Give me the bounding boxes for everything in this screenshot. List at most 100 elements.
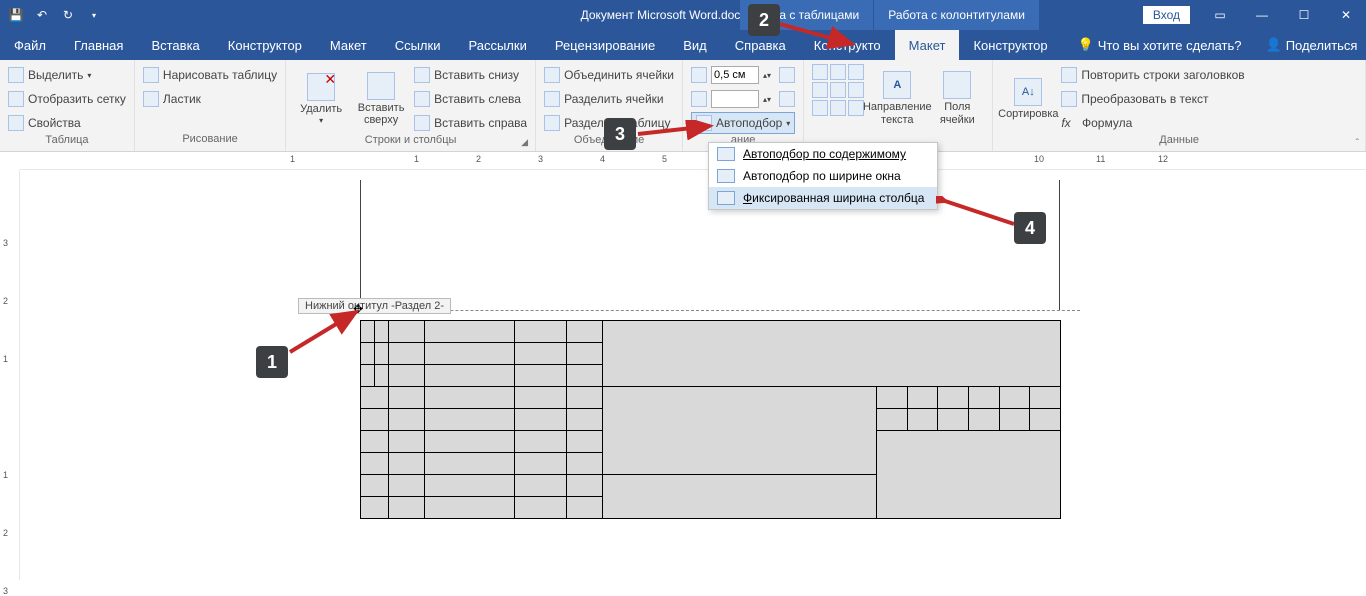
qat-customize-icon[interactable]: ▾ [86, 7, 102, 23]
rows-cols-dialog-launcher-icon[interactable]: ◢ [521, 137, 533, 149]
col-width-input[interactable] [711, 90, 759, 108]
tab-layout[interactable]: Макет [316, 30, 381, 60]
align-bot-center-button[interactable] [830, 100, 846, 116]
context-tab-headerfooter-tools: Работа с колонтитулами [874, 0, 1040, 30]
tab-file[interactable]: Файл [0, 30, 60, 60]
maximize-icon[interactable]: ☐ [1284, 0, 1324, 30]
align-mid-center-button[interactable] [830, 82, 846, 98]
distribute-rows-icon[interactable] [779, 67, 795, 83]
insert-left-label: Вставить слева [434, 92, 521, 106]
cell-margins-label: Поля ячейки [930, 101, 984, 125]
autofit-label: Автоподбор [716, 116, 782, 130]
annotation-marker-2: 2 [748, 4, 780, 36]
convert-to-text-button[interactable]: Преобразовать в текст [1061, 88, 1244, 110]
share-label: Поделиться [1286, 38, 1358, 53]
horizontal-ruler[interactable]: 112345678101112 [20, 152, 1366, 170]
delete-icon: ✕ [307, 73, 335, 101]
align-bot-right-button[interactable] [848, 100, 864, 116]
text-direction-button[interactable]: A Направление текста [870, 64, 924, 133]
insert-right-label: Вставить справа [434, 116, 527, 130]
tab-home[interactable]: Главная [60, 30, 137, 60]
row-height-field[interactable]: ▴▾ [691, 64, 795, 86]
autofit-content-item[interactable]: Автоподбор по содержимому [709, 143, 937, 165]
repeat-header-button[interactable]: Повторить строки заголовков [1061, 64, 1244, 86]
insert-left-button[interactable]: Вставить слева [414, 88, 527, 110]
properties-button[interactable]: Свойства [8, 112, 126, 134]
draw-label: Нарисовать таблицу [163, 68, 277, 82]
col-width-field[interactable]: ▴▾ [691, 88, 795, 110]
cell-margins-icon [943, 71, 971, 99]
tab-review[interactable]: Рецензирование [541, 30, 669, 60]
tab-design[interactable]: Конструктор [214, 30, 316, 60]
group-draw: Нарисовать таблицу Ластик Рисование [135, 60, 286, 151]
collapse-ribbon-icon[interactable]: ˆ [1356, 138, 1359, 149]
login-button[interactable]: Вход [1143, 6, 1190, 24]
insert-above-button[interactable]: Вставить сверху [354, 64, 408, 134]
distribute-cols-icon[interactable] [779, 91, 795, 107]
move-cursor-icon[interactable]: ✥ [353, 302, 363, 316]
fixed-width-icon [717, 191, 735, 205]
merge-cells-button[interactable]: Объединить ячейки [544, 64, 674, 86]
align-mid-left-button[interactable] [812, 82, 828, 98]
fixed-column-width-item[interactable]: Фиксированная ширина столбца [709, 187, 937, 209]
autofit-window-item[interactable]: Автоподбор по ширине окна [709, 165, 937, 187]
delete-button[interactable]: ✕ Удалить▾ [294, 64, 348, 134]
chevron-down-icon: ▾ [786, 119, 790, 128]
autofit-button[interactable]: Автоподбор ▾ [691, 112, 795, 134]
sort-button[interactable]: A↓ Сортировка [1001, 64, 1055, 134]
sort-label: Сортировка [998, 108, 1058, 120]
fixed-rest: иксированная ширина столбца [752, 191, 924, 205]
convert-icon [1061, 91, 1077, 107]
title-bar: 💾 ↶ ↻ ▾ Документ Microsoft Word.docx - W… [0, 0, 1366, 30]
ribbon-display-options-icon[interactable]: ▭ [1200, 0, 1240, 30]
select-button[interactable]: Выделить▾ [8, 64, 126, 86]
autofit-content-icon [717, 147, 735, 161]
redo-icon[interactable]: ↻ [60, 7, 76, 23]
minimize-icon[interactable]: — [1242, 0, 1282, 30]
tab-references[interactable]: Ссылки [381, 30, 455, 60]
tab-insert[interactable]: Вставка [137, 30, 213, 60]
tell-me-search[interactable]: 💡Что вы хотите сделать? [1078, 34, 1242, 56]
tab-view[interactable]: Вид [669, 30, 721, 60]
repeat-header-label: Повторить строки заголовков [1081, 68, 1244, 82]
contextual-tab-headers: абота с таблицами Работа с колонтитулами [740, 0, 1040, 30]
tab-table-layout[interactable]: Макет [895, 30, 960, 60]
share-button[interactable]: 👤Поделиться [1266, 34, 1358, 56]
annotation-marker-3: 3 [604, 118, 636, 150]
autofit-window-icon [717, 169, 735, 183]
view-gridlines-button[interactable]: Отобразить сетку [8, 88, 126, 110]
merge-icon [544, 67, 560, 83]
formula-button[interactable]: fx Формула [1061, 112, 1244, 134]
insert-below-icon [414, 67, 430, 83]
align-mid-right-button[interactable] [848, 82, 864, 98]
tab-table-design[interactable]: Конструкто [800, 30, 895, 60]
tab-mailings[interactable]: Рассылки [454, 30, 540, 60]
spinner-icon[interactable]: ▴▾ [763, 95, 771, 104]
tab-hf-design[interactable]: Конструктор [959, 30, 1061, 60]
vertical-ruler[interactable]: 321123 [0, 170, 20, 580]
footer-table[interactable] [360, 320, 1061, 519]
spinner-icon[interactable]: ▴▾ [763, 71, 771, 80]
autofit-window-label: Автоподбор по ширине окна [743, 169, 901, 183]
merge-label: Объединить ячейки [564, 68, 674, 82]
repeat-header-icon [1061, 67, 1077, 83]
save-icon[interactable]: 💾 [8, 7, 24, 23]
close-icon[interactable]: ✕ [1326, 0, 1366, 30]
align-bot-left-button[interactable] [812, 100, 828, 116]
align-top-left-button[interactable] [812, 64, 828, 80]
eraser-button[interactable]: Ластик [143, 88, 277, 110]
annotation-marker-1: 1 [256, 346, 288, 378]
document-area[interactable]: Нижний онтитул -Раздел 2- ✥ [20, 170, 1366, 580]
undo-icon[interactable]: ↶ [34, 7, 50, 23]
align-top-center-button[interactable] [830, 64, 846, 80]
insert-below-button[interactable]: Вставить снизу [414, 64, 527, 86]
annotation-marker-4: 4 [1014, 212, 1046, 244]
align-top-right-button[interactable] [848, 64, 864, 80]
delete-label: Удалить [300, 103, 342, 115]
draw-table-button[interactable]: Нарисовать таблицу [143, 64, 277, 86]
split-cells-button[interactable]: Разделить ячейки [544, 88, 674, 110]
gridlines-icon [8, 91, 24, 107]
insert-right-button[interactable]: Вставить справа [414, 112, 527, 134]
cell-margins-button[interactable]: Поля ячейки [930, 64, 984, 133]
row-height-input[interactable] [711, 66, 759, 84]
